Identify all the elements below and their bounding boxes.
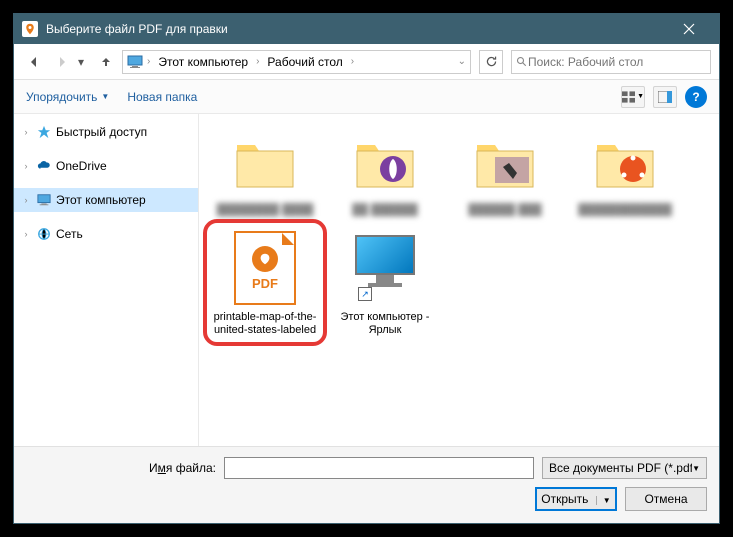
folder-item[interactable]: ██ ██████	[327, 126, 443, 221]
chevron-right-icon: ›	[351, 56, 354, 67]
close-button[interactable]	[667, 14, 711, 44]
file-label: Этот компьютер - Ярлык	[331, 311, 439, 337]
star-icon	[36, 124, 52, 140]
tree-this-pc[interactable]: › Этот компьютер	[14, 188, 198, 212]
network-icon	[36, 226, 52, 242]
pc-icon	[127, 54, 143, 70]
tree-network[interactable]: › Сеть	[14, 222, 198, 246]
file-open-dialog: Выберите файл PDF для правки ▾ › Этот ко…	[13, 13, 720, 524]
breadcrumb-desktop[interactable]: Рабочий стол	[263, 53, 346, 71]
breadcrumb[interactable]: › Этот компьютер › Рабочий стол › ⌄	[122, 50, 471, 74]
open-button[interactable]: Открыть ▼	[535, 487, 617, 511]
up-button[interactable]	[94, 50, 118, 74]
chevron-right-icon: ›	[256, 56, 259, 67]
cloud-icon	[36, 158, 52, 174]
folder-item[interactable]: ████████████	[567, 126, 683, 221]
pc-shortcut-icon: ↗	[350, 235, 420, 301]
chevron-right-icon: ›	[147, 56, 150, 67]
back-button[interactable]	[22, 50, 46, 74]
new-folder-button[interactable]: Новая папка	[127, 90, 197, 104]
navbar: ▾ › Этот компьютер › Рабочий стол › ⌄	[14, 44, 719, 80]
navigation-tree: › Быстрый доступ › OneDrive › Этот компь…	[14, 114, 199, 446]
filename-input[interactable]	[224, 457, 534, 479]
preview-pane-button[interactable]	[653, 86, 677, 108]
organize-button[interactable]: Упорядочить ▼	[26, 90, 109, 104]
file-label: printable-map-of-the-united-states-label…	[211, 311, 319, 337]
tree-quick-access[interactable]: › Быстрый доступ	[14, 120, 198, 144]
cancel-button[interactable]: Отмена	[625, 487, 707, 511]
help-button[interactable]: ?	[685, 86, 707, 108]
footer: Имя файла: Все документы PDF (*.pdf, *.p…	[14, 446, 719, 523]
pdf-file-item[interactable]: PDF printable-map-of-the-united-states-l…	[207, 225, 323, 341]
search-box[interactable]	[511, 50, 711, 74]
folder-item[interactable]: ████████ ████	[207, 126, 323, 221]
forward-button[interactable]	[50, 50, 74, 74]
view-options-button[interactable]: ▼	[621, 86, 645, 108]
titlebar-title: Выберите файл PDF для правки	[46, 22, 667, 36]
shortcut-item[interactable]: ↗ Этот компьютер - Ярлык	[327, 225, 443, 341]
body: › Быстрый доступ › OneDrive › Этот компь…	[14, 114, 719, 446]
filename-label: Имя файла:	[26, 461, 216, 475]
breadcrumb-thispc[interactable]: Этот компьютер	[154, 53, 252, 71]
search-icon	[516, 56, 528, 68]
pc-icon	[36, 192, 52, 208]
folder-item[interactable]: ██████ ███	[447, 126, 563, 221]
history-dropdown[interactable]: ▾	[78, 55, 90, 69]
chevron-down-icon[interactable]: ⌄	[458, 56, 466, 67]
pdf-icon: PDF	[234, 231, 296, 305]
tree-onedrive[interactable]: › OneDrive	[14, 154, 198, 178]
search-input[interactable]	[528, 55, 706, 69]
filetype-combo[interactable]: Все документы PDF (*.pdf, *.pc ▼	[542, 457, 707, 479]
toolbar: Упорядочить ▼ Новая папка ▼ ?	[14, 80, 719, 114]
app-icon	[22, 21, 38, 37]
file-list: ████████ ████ ██ ██████ ██████ ███ █████…	[199, 114, 719, 446]
titlebar: Выберите файл PDF для правки	[14, 14, 719, 44]
refresh-button[interactable]	[479, 50, 503, 74]
